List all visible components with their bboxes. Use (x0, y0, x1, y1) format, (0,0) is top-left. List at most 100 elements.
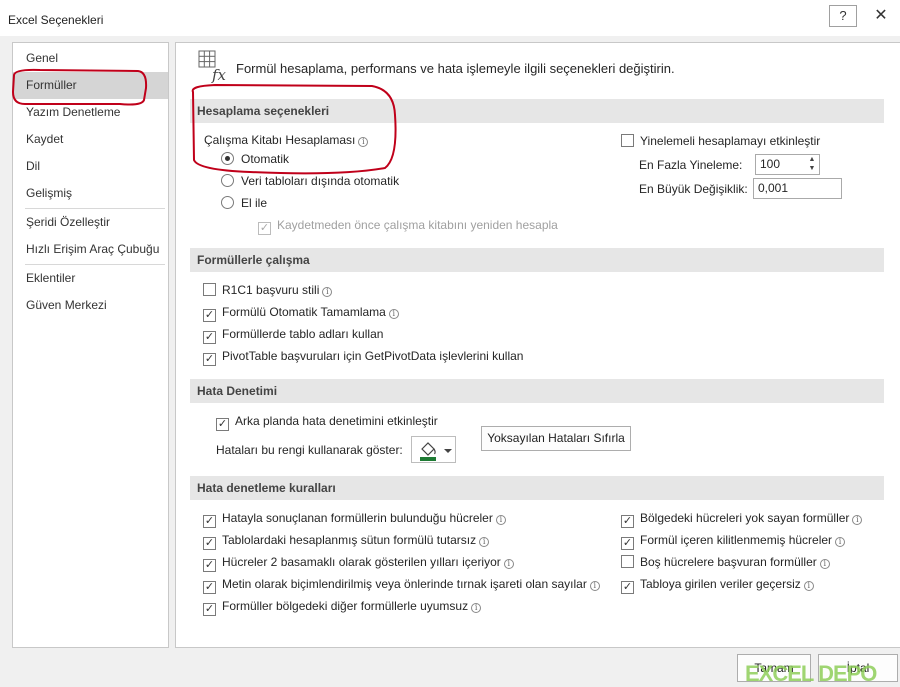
radio-automatic-except-tables[interactable]: Veri tabloları dışında otomatik (221, 172, 399, 190)
paint-bucket-icon (420, 442, 452, 461)
radio-automatic-label: Otomatik (241, 152, 290, 166)
rule-label: Hatayla sonuçlanan formüllerin bulunduğu… (222, 511, 493, 525)
checkbox[interactable]: ✓ (203, 537, 216, 550)
max-iterations-field[interactable]: 100 ▲ ▼ (755, 154, 820, 175)
info-icon: i (388, 309, 399, 319)
close-icon: ✕ (874, 7, 888, 24)
recalc-before-save: ✓ Kaydetmeden önce çalışma kitabını yenid… (258, 216, 558, 235)
checkbox[interactable]: ✓ (203, 353, 216, 366)
info-icon: i (835, 537, 846, 547)
section-working-with-formulas: Formüllerle çalışma (190, 248, 884, 272)
nav-item-kaydet[interactable]: Kaydet (13, 126, 168, 153)
info-icon: i (803, 581, 814, 591)
getpivotdata[interactable]: ✓ PivotTable başvuruları için GetPivotDat… (203, 347, 524, 366)
info-icon: i (495, 515, 506, 525)
formula-autocomplete[interactable]: ✓ Formülü Otomatik Tamamlama i (203, 303, 399, 322)
rule-label: Hücreler 2 basamaklı olarak gösterilen y… (222, 555, 501, 569)
checkbox[interactable] (621, 134, 634, 147)
rule-label: Metin olarak biçimlendirilmiş veya önler… (222, 577, 587, 591)
max-iterations-label: En Fazla Yineleme: (639, 158, 743, 172)
checkbox[interactable]: ✓ (621, 537, 634, 550)
radio-automatic[interactable]: Otomatik (221, 150, 289, 168)
checkbox[interactable]: ✓ (203, 603, 216, 616)
help-icon: ? (839, 8, 847, 23)
table-names-in-formulas-label: Formüllerde tablo adları kullan (222, 327, 384, 341)
checkbox[interactable]: ✓ (203, 559, 216, 572)
ok-button[interactable]: Tamam (737, 654, 811, 682)
nav-item-eklentiler[interactable]: Eklentiler (13, 265, 168, 292)
rule-label: Formüller bölgedeki diğer formüllerle uy… (222, 599, 469, 613)
rule-numbers-as-text[interactable]: ✓ Metin olarak biçimlendirilmiş veya önle… (203, 575, 600, 594)
rule-empty-cells[interactable]: Boş hücrelere başvuran formüller i (621, 553, 830, 571)
checkbox[interactable]: ✓ (203, 515, 216, 528)
intro-text: Formül hesaplama, performans ve hata işl… (236, 61, 675, 76)
rule-label: Boş hücrelere başvuran formüller (640, 555, 817, 569)
close-button[interactable]: ✕ (862, 5, 900, 27)
title-bar: Excel Seçenekleri ? ✕ (0, 0, 900, 36)
rule-label: Formül içeren kilitlenmemiş hücreler (640, 533, 833, 547)
rule-label: Tabloya girilen veriler geçersiz (640, 577, 801, 591)
checkbox[interactable]: ✓ (203, 309, 216, 322)
workbook-calc-label: Çalışma Kitabı Hesaplaması i (204, 131, 369, 149)
info-icon: i (358, 137, 369, 147)
background-error-checking[interactable]: ✓ Arka planda hata denetimini etkinleştir (216, 412, 438, 431)
section-error-rules: Hata denetleme kuralları (190, 476, 884, 500)
svg-text:fx: fx (211, 66, 227, 83)
max-iterations-value: 100 (760, 157, 781, 171)
radio-manual[interactable]: El ile (221, 194, 267, 212)
checkbox[interactable] (203, 283, 216, 296)
options-panel: fx Formül hesaplama, performans ve hata … (175, 42, 900, 648)
r1c1-style[interactable]: R1C1 başvuru stili i (203, 281, 333, 299)
nav-item-hizli-erisim[interactable]: Hızlı Erişim Araç Çubuğu (13, 236, 168, 263)
table-names-in-formulas[interactable]: ✓ Formüllerde tablo adları kullan (203, 325, 384, 344)
rule-error-formulas[interactable]: ✓ Hatayla sonuçlanan formüllerin bulunduğ… (203, 509, 506, 528)
info-icon: i (852, 515, 863, 525)
checkbox[interactable]: ✓ (203, 581, 216, 594)
cancel-button[interactable]: İptal (818, 654, 898, 682)
error-color-picker[interactable] (411, 436, 456, 463)
nav-item-yazim-denetleme[interactable]: Yazım Denetleme (13, 99, 168, 126)
radio-button[interactable] (221, 174, 234, 187)
nav-item-gelismis[interactable]: Gelişmiş (13, 180, 168, 207)
section-calc-options: Hesaplama seçenekleri (190, 99, 884, 123)
rule-inconsistent-column[interactable]: ✓ Tablolardaki hesaplanmış sütun formülü … (203, 531, 490, 550)
info-icon: i (503, 559, 514, 569)
rule-label: Tablolardaki hesaplanmış sütun formülü t… (222, 533, 477, 547)
rule-inconsistent-formulas[interactable]: ✓ Formüller bölgedeki diğer formüllerle u… (203, 597, 482, 616)
rule-omit-cells[interactable]: ✓ Bölgedeki hücreleri yok sayan formüller… (621, 509, 863, 528)
rule-label: Bölgedeki hücreleri yok sayan formüller (640, 511, 850, 525)
info-icon: i (322, 287, 333, 297)
getpivotdata-label: PivotTable başvuruları için GetPivotData… (222, 349, 524, 363)
reset-ignored-errors-button[interactable]: Yoksayılan Hataları Sıfırla (481, 426, 631, 451)
error-color-label: Hataları bu rengi kullanarak göster: (216, 443, 403, 457)
nav-item-dil[interactable]: Dil (13, 153, 168, 180)
window-title: Excel Seçenekleri (8, 13, 104, 27)
radio-button[interactable] (221, 196, 234, 209)
rule-two-digit-years[interactable]: ✓ Hücreler 2 basamaklı olarak gösterilen … (203, 553, 514, 572)
max-change-value: 0,001 (758, 181, 789, 195)
nav-item-genel[interactable]: Genel (13, 45, 168, 72)
nav-item-seridi-ozellestir[interactable]: Şeridi Özelleştir (13, 209, 168, 236)
checkbox[interactable]: ✓ (216, 418, 229, 431)
checkbox[interactable]: ✓ (203, 331, 216, 344)
info-icon: i (471, 603, 482, 613)
section-error-checking: Hata Denetimi (190, 379, 884, 403)
checkbox[interactable]: ✓ (621, 581, 634, 594)
formula-autocomplete-label: Formülü Otomatik Tamamlama (222, 305, 386, 319)
max-change-field[interactable]: 0,001 (753, 178, 842, 199)
nav-item-guven-merkezi[interactable]: Güven Merkezi (13, 292, 168, 319)
rule-unlocked-cells[interactable]: ✓ Formül içeren kilitlenmemiş hücreler i (621, 531, 846, 550)
iterative-calc[interactable]: Yinelemeli hesaplamayı etkinleştir (621, 132, 820, 150)
spin-arrows-icon[interactable]: ▲ ▼ (805, 155, 819, 174)
nav-item-formuller[interactable]: Formüller (13, 72, 168, 99)
help-button[interactable]: ? (829, 5, 857, 27)
checkbox[interactable] (621, 555, 634, 568)
max-change-label: En Büyük Değişiklik: (639, 182, 748, 196)
radio-button[interactable] (221, 152, 234, 165)
iterative-calc-label: Yinelemeli hesaplamayı etkinleştir (640, 134, 821, 148)
radio-automatic-except-tables-label: Veri tabloları dışında otomatik (241, 174, 400, 188)
checkbox[interactable]: ✓ (621, 515, 634, 528)
info-icon: i (589, 581, 600, 591)
rule-invalid-table-data[interactable]: ✓ Tabloya girilen veriler geçersiz i (621, 575, 814, 594)
formula-icon: fx (198, 50, 227, 83)
